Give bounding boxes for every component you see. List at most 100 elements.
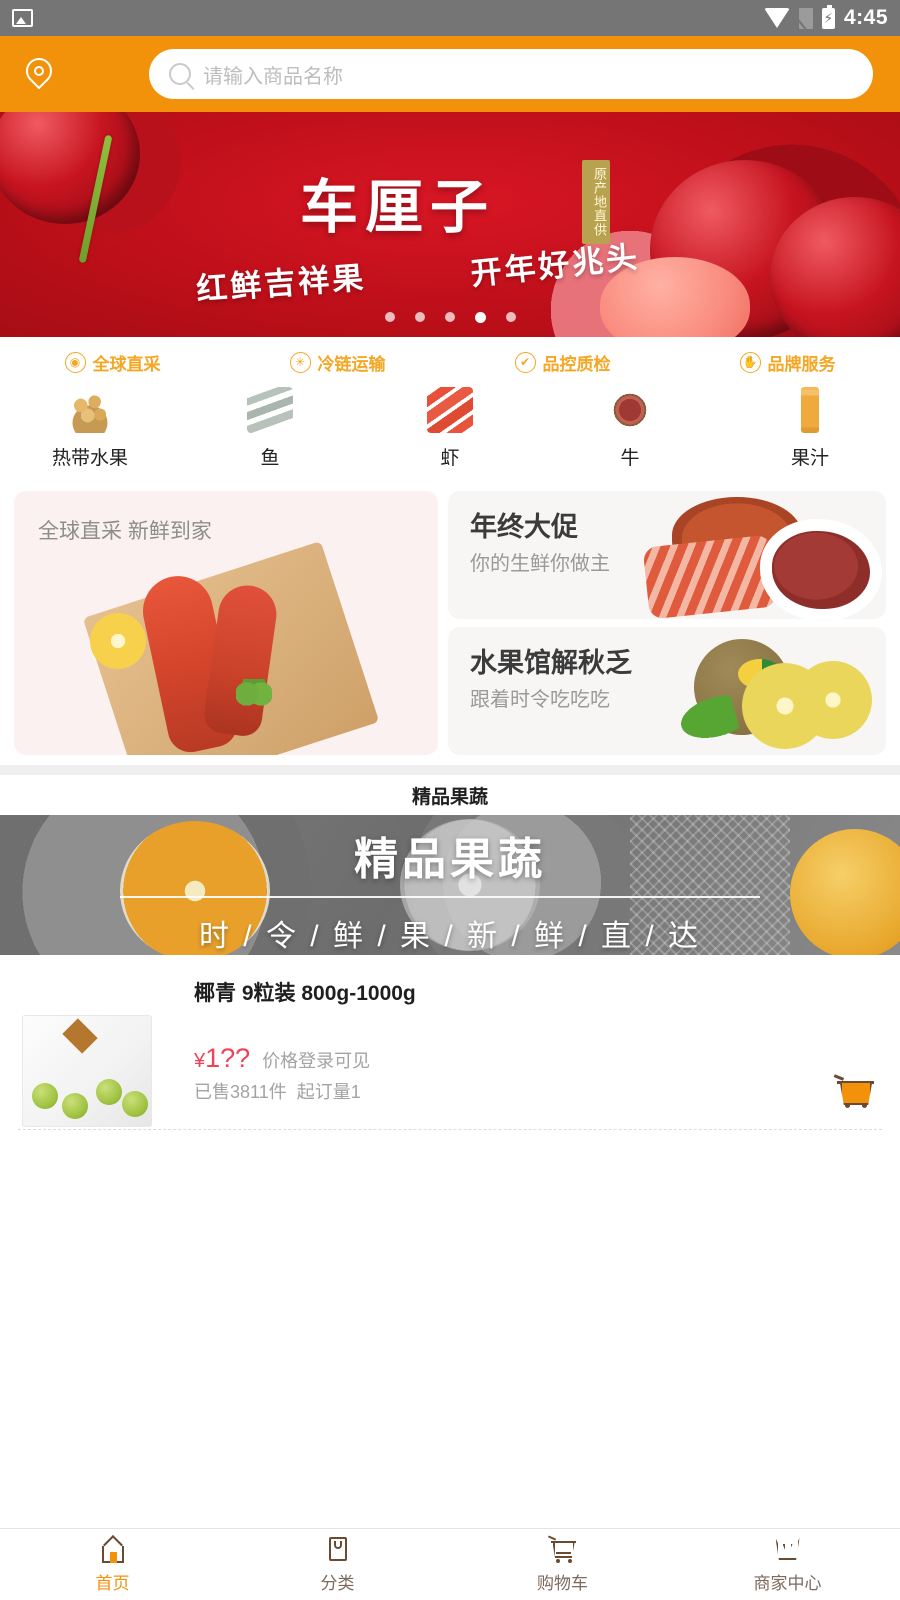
leaf-decoration: [668, 689, 742, 751]
section-banner-title: 精品果蔬: [354, 835, 546, 884]
tropical-fruit-icon: [67, 387, 113, 433]
wifi-icon: [763, 8, 790, 28]
globe-icon: ◉: [64, 351, 86, 373]
coconut-decoration: [62, 1093, 88, 1119]
category-label: 虾: [440, 448, 460, 469]
banner-subtitle-left: 红鲜吉祥果: [195, 260, 368, 307]
category-item-juice[interactable]: 果汁: [720, 387, 900, 470]
shield-icon: ✔: [514, 351, 536, 373]
promo-card-fruit-hall[interactable]: 水果馆解秋乏 跟着时令吃吃吃: [448, 627, 886, 755]
service-label: 品牌服务: [767, 354, 836, 374]
leaf-decoration: [236, 679, 272, 709]
banner-title: 车厘子: [300, 175, 496, 240]
add-to-cart-icon[interactable]: [833, 1074, 874, 1108]
carousel-dot[interactable]: [414, 312, 425, 322]
section-banner[interactable]: 精品果蔬 时 / 令 / 鲜 / 果 / 新 / 鲜 / 直 / 达: [0, 815, 900, 955]
cart-handle: [833, 1074, 845, 1081]
category-item-beef[interactable]: 牛: [540, 387, 720, 470]
service-label: 冷链运输: [317, 354, 386, 374]
promo-title: 全球直采 新鲜到家: [38, 520, 212, 543]
section-divider: [0, 765, 900, 775]
nav-label: 首页: [95, 1574, 130, 1593]
coconut-decoration: [32, 1083, 58, 1109]
nav-item-home[interactable]: 首页: [0, 1535, 225, 1594]
status-bar-clock: 4:45: [843, 6, 888, 29]
coconut-decoration: [96, 1079, 122, 1105]
category-item-fish[interactable]: 鱼: [180, 387, 360, 470]
section-banner-rule: [120, 896, 760, 898]
carousel-dot-active[interactable]: [474, 312, 486, 323]
promo-card-year-end-sale[interactable]: 年终大促 你的生鲜你做主: [448, 491, 886, 619]
lemon-decoration: [90, 613, 146, 669]
beef-icon: [607, 387, 653, 433]
cart-wheel: [845, 1103, 850, 1108]
carousel-dots[interactable]: [0, 312, 900, 323]
service-badge-brand[interactable]: ✋ 品牌服务: [675, 350, 900, 375]
product-list-item[interactable]: 椰青 9粒装 800g-1000g ¥1?? 价格登录可见 已售3811件 起订…: [0, 955, 900, 1130]
status-bar-right: ⚡ 4:45: [763, 4, 888, 30]
category-label: 鱼: [260, 448, 280, 469]
cart-basket: [840, 1083, 872, 1105]
banner-origin-badge: 原产地直供: [582, 160, 610, 244]
bottom-navigation: 首页 分类 购物车 商家中心: [0, 1528, 900, 1600]
hero-banner-carousel[interactable]: 车厘子 原产地直供 红鲜吉祥果 开年好兆头: [0, 112, 900, 337]
service-badge-quality[interactable]: ✔ 品控质检: [450, 350, 675, 375]
home-icon: [98, 1535, 128, 1563]
nav-label: 分类: [320, 1574, 355, 1593]
product-price: ¥1??: [194, 1043, 250, 1074]
battery-charge-glyph: ⚡: [823, 10, 834, 26]
signal-icon: [798, 7, 813, 29]
category-label: 果汁: [790, 448, 829, 469]
category-label: 牛: [620, 448, 640, 469]
app-root: ⚡ 4:45 请输入商品名称 车厘子 原产地直供 红鲜吉祥果 开年好兆头 ◉ 全…: [0, 0, 900, 1600]
location-pin-icon[interactable]: [26, 58, 52, 91]
promo-card-column: 年终大促 你的生鲜你做主 水果馆解秋乏 跟着时令吃吃吃: [448, 491, 886, 755]
product-price-row: ¥1?? 价格登录可见: [194, 1043, 878, 1074]
nav-item-merchant-center[interactable]: 商家中心: [675, 1535, 900, 1594]
service-badge-global[interactable]: ◉ 全球直采: [0, 350, 225, 375]
product-info: 椰青 9粒装 800g-1000g ¥1?? 价格登录可见 已售3811件 起订…: [152, 973, 878, 1130]
service-badges: ◉ 全球直采 ✳ 冷链运输 ✔ 品控质检 ✋ 品牌服务: [0, 337, 900, 381]
box-flap-decoration: [62, 1018, 98, 1054]
shrimp-icon: [427, 387, 473, 433]
section-title: 精品果蔬: [0, 775, 900, 815]
search-placeholder: 请输入商品名称: [203, 65, 343, 88]
promo-card-global-sourcing[interactable]: 全球直采 新鲜到家: [14, 491, 438, 755]
category-label: 热带水果: [51, 448, 128, 469]
cherry-decoration: [0, 112, 140, 224]
service-label: 品控质检: [542, 354, 611, 374]
carousel-dot[interactable]: [384, 312, 395, 322]
cart-wheel: [862, 1103, 867, 1108]
grid-icon: [323, 1535, 353, 1563]
cart-icon: [547, 1535, 578, 1563]
category-item-tropical-fruit[interactable]: 热带水果: [0, 387, 180, 470]
promo-card-grid: 全球直采 新鲜到家 年终大促 你的生鲜你做主 水果馆解秋乏 跟着时令吃吃吃: [0, 485, 900, 765]
nav-item-category[interactable]: 分类: [225, 1535, 450, 1594]
currency-symbol: ¥: [194, 1050, 206, 1072]
carousel-dot[interactable]: [505, 312, 516, 322]
search-input[interactable]: 请输入商品名称: [149, 49, 873, 99]
category-shortcuts: 热带水果 鱼 虾 牛 果汁: [0, 381, 900, 485]
category-item-shrimp[interactable]: 虾: [360, 387, 540, 470]
product-title: 椰青 9粒装 800g-1000g: [194, 982, 416, 1005]
section-banner-subtitle: 时 / 令 / 鲜 / 果 / 新 / 鲜 / 直 / 达: [198, 920, 702, 953]
product-thumbnail[interactable]: [22, 1015, 152, 1127]
king-crab-decoration: [642, 534, 778, 619]
nav-item-cart[interactable]: 购物车: [450, 1535, 675, 1594]
steak-decoration: [772, 531, 870, 609]
promo-subtitle: 跟着时令吃吃吃: [470, 689, 610, 711]
service-label: 全球直采: [92, 354, 161, 374]
product-meta-row: 已售3811件 起订量1: [194, 1074, 878, 1108]
snowflake-icon: ✳: [289, 351, 311, 373]
search-icon: [169, 63, 191, 85]
handshake-icon: ✋: [739, 351, 761, 373]
price-login-note: 价格登录可见: [262, 1051, 371, 1071]
carousel-dot[interactable]: [444, 312, 455, 322]
service-badge-coldchain[interactable]: ✳ 冷链运输: [225, 350, 450, 375]
promo-subtitle: 你的生鲜你做主: [470, 553, 610, 575]
status-bar: ⚡ 4:45: [0, 0, 900, 36]
product-list: 椰青 9粒装 800g-1000g ¥1?? 价格登录可见 已售3811件 起订…: [0, 955, 900, 1528]
fish-icon: [247, 387, 293, 433]
battery-icon: ⚡: [821, 4, 835, 29]
product-min-order: 起订量1: [296, 1082, 361, 1102]
